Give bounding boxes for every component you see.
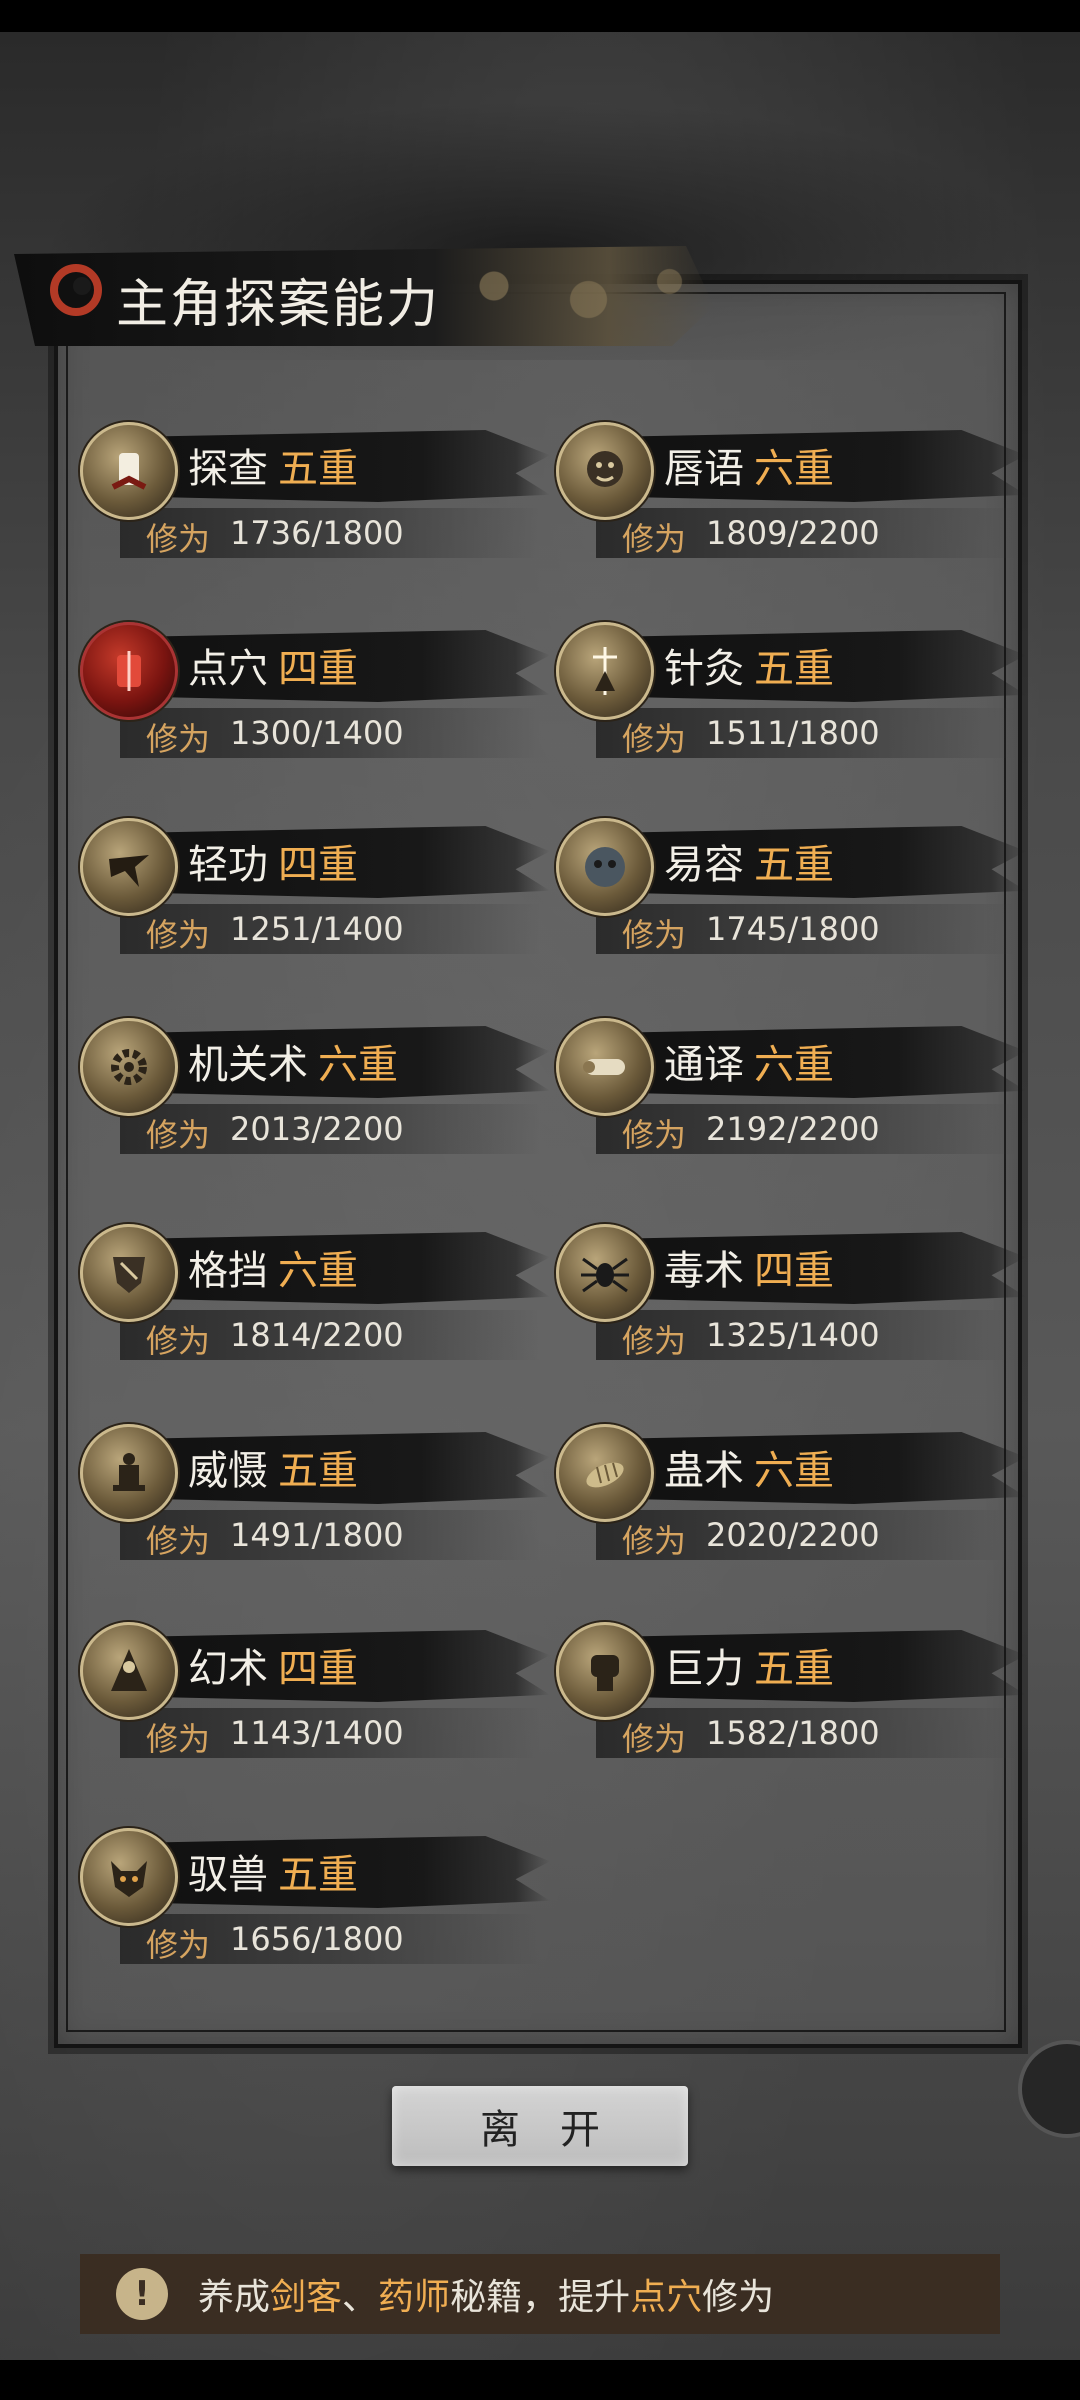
xiuwei-label: 修为 xyxy=(622,1116,687,1154)
ability-card-huanshu[interactable]: 幻术 四重 修为 1143/1400 xyxy=(80,1622,550,1790)
navigation-bar xyxy=(0,2360,1080,2400)
ability-title: 易容 五重 xyxy=(664,842,834,888)
ability-card-juli[interactable]: 巨力 五重 修为 1582/1800 xyxy=(556,1622,1026,1790)
disguise-mask-icon xyxy=(556,818,654,916)
xiuwei-label: 修为 xyxy=(622,720,687,758)
acupoint-icon xyxy=(80,622,178,720)
ability-title: 通译 六重 xyxy=(664,1042,834,1088)
ability-progress: 1491/1800 xyxy=(230,1516,404,1554)
exclamation-icon: ! xyxy=(116,2268,168,2320)
tip-bar: ! 养成剑客、药师秘籍，提升点穴修为 xyxy=(80,2254,1000,2334)
ability-card-gedang[interactable]: 格挡 六重 修为 1814/2200 xyxy=(80,1224,550,1392)
ability-title: 毒术 四重 xyxy=(664,1248,834,1294)
lantern-icon xyxy=(80,422,178,520)
needle-icon xyxy=(556,622,654,720)
scroll-icon xyxy=(556,1018,654,1116)
fist-icon xyxy=(556,1622,654,1720)
xiuwei-label: 修为 xyxy=(622,520,687,558)
ability-title: 探查 五重 xyxy=(188,446,358,492)
xiuwei-label: 修为 xyxy=(146,1322,211,1360)
gear-icon xyxy=(80,1018,178,1116)
ability-card-jiguanshu[interactable]: 机关术 六重 修为 2013/2200 xyxy=(80,1018,550,1186)
mask-face-icon xyxy=(556,422,654,520)
ability-title: 威慑 五重 xyxy=(188,1448,358,1494)
ability-progress: 2020/2200 xyxy=(706,1516,880,1554)
ability-title: 蛊术 六重 xyxy=(664,1448,834,1494)
ability-title: 轻功 四重 xyxy=(188,842,358,888)
xiuwei-label: 修为 xyxy=(146,1116,211,1154)
ability-progress: 2013/2200 xyxy=(230,1110,404,1148)
ability-title: 点穴 四重 xyxy=(188,646,358,692)
leaping-figure-icon xyxy=(80,818,178,916)
xiuwei-label: 修为 xyxy=(622,1720,687,1758)
ability-title: 机关术 六重 xyxy=(188,1042,398,1088)
ability-progress: 1736/1800 xyxy=(230,514,404,552)
header-pattern-decoration xyxy=(440,250,710,340)
ability-title: 幻术 四重 xyxy=(188,1646,358,1692)
ability-card-qinggong[interactable]: 轻功 四重 修为 1251/1400 xyxy=(80,818,550,986)
ability-title: 唇语 六重 xyxy=(664,446,834,492)
xiuwei-label: 修为 xyxy=(622,1322,687,1360)
xiuwei-label: 修为 xyxy=(146,916,211,954)
xiuwei-label: 修为 xyxy=(146,1720,211,1758)
ability-progress: 1143/1400 xyxy=(230,1714,404,1752)
ability-title: 驭兽 五重 xyxy=(188,1852,358,1898)
ability-progress: 1251/1400 xyxy=(230,910,404,948)
swirl-icon xyxy=(50,264,102,316)
ability-progress: 1814/2200 xyxy=(230,1316,404,1354)
ability-progress: 1582/1800 xyxy=(706,1714,880,1752)
xiuwei-label: 修为 xyxy=(146,1522,211,1560)
ability-progress: 1325/1400 xyxy=(706,1316,880,1354)
shield-icon xyxy=(80,1224,178,1322)
ability-card-tancha[interactable]: 探查 五重 修为 1736/1800 xyxy=(80,422,550,590)
larva-icon xyxy=(556,1424,654,1522)
hooded-figure-icon xyxy=(80,1622,178,1720)
ability-title: 针灸 五重 xyxy=(664,646,834,692)
xiuwei-label: 修为 xyxy=(622,916,687,954)
ability-progress: 1656/1800 xyxy=(230,1920,404,1958)
ability-card-dushu[interactable]: 毒术 四重 修为 1325/1400 xyxy=(556,1224,1026,1392)
ability-card-yirong[interactable]: 易容 五重 修为 1745/1800 xyxy=(556,818,1026,986)
ability-progress: 1809/2200 xyxy=(706,514,880,552)
tip-text: 养成剑客、药师秘籍，提升点穴修为 xyxy=(198,2277,775,2318)
ability-card-tongyi[interactable]: 通译 六重 修为 2192/2200 xyxy=(556,1018,1026,1186)
ability-progress: 1511/1800 xyxy=(706,714,880,752)
ability-card-chunyu[interactable]: 唇语 六重 修为 1809/2200 xyxy=(556,422,1026,590)
ability-title: 巨力 五重 xyxy=(664,1646,834,1692)
ability-card-weishe[interactable]: 威慑 五重 修为 1491/1800 xyxy=(80,1424,550,1592)
wolf-head-icon xyxy=(80,1828,178,1926)
ability-title: 格挡 六重 xyxy=(188,1248,358,1294)
ability-card-dianxue[interactable]: 点穴 四重 修为 1300/1400 xyxy=(80,622,550,790)
ability-card-zhenjiu[interactable]: 针灸 五重 修为 1511/1800 xyxy=(556,622,1026,790)
status-bar xyxy=(0,0,1080,32)
ability-card-gushu[interactable]: 蛊术 六重 修为 2020/2200 xyxy=(556,1424,1026,1592)
ability-card-yushou[interactable]: 驭兽 五重 修为 1656/1800 xyxy=(80,1828,550,1996)
ability-progress: 2192/2200 xyxy=(706,1110,880,1148)
page-title: 主角探案能力 xyxy=(116,275,441,335)
ability-progress: 1300/1400 xyxy=(230,714,404,752)
spider-icon xyxy=(556,1224,654,1322)
xiuwei-label: 修为 xyxy=(622,1522,687,1560)
ability-progress: 1745/1800 xyxy=(706,910,880,948)
xiuwei-label: 修为 xyxy=(146,520,211,558)
xiuwei-label: 修为 xyxy=(146,720,211,758)
warrior-statue-icon xyxy=(80,1424,178,1522)
xiuwei-label: 修为 xyxy=(146,1926,211,1964)
leave-button[interactable]: 离开 xyxy=(392,2086,688,2166)
